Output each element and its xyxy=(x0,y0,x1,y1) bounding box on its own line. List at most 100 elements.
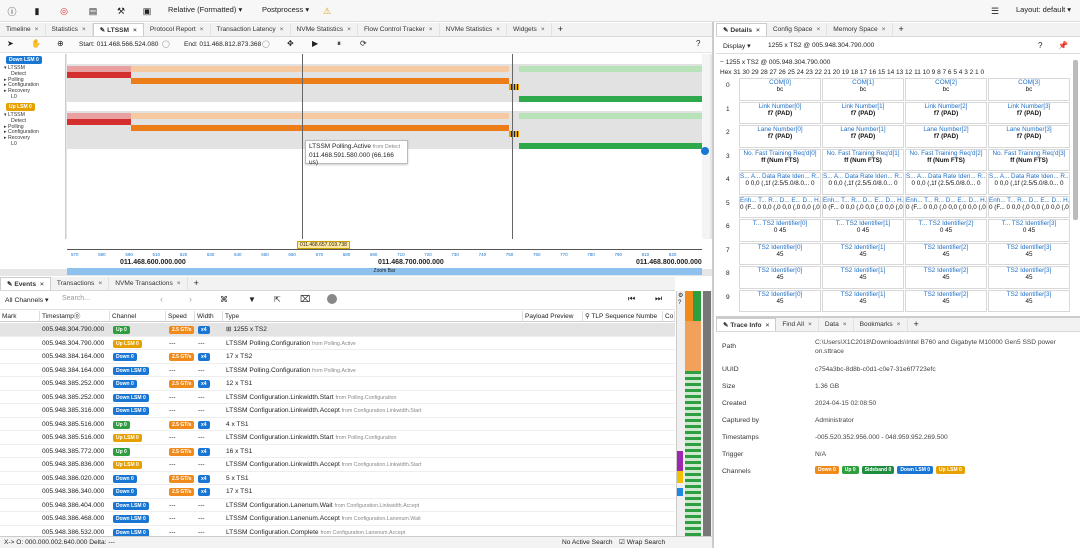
hex-field-cell[interactable]: No. Fast Training Req'd[2] ff (Num FTS) xyxy=(905,148,987,171)
add-tab-icon[interactable]: + xyxy=(188,277,205,290)
close-icon[interactable]: × xyxy=(541,26,545,33)
end-clock-icon[interactable]: ◯ xyxy=(262,40,270,48)
hex-field-cell[interactable]: TS2 Identifier[3] 45 xyxy=(988,242,1070,265)
hex-field-cell[interactable]: Enh... T... R... D... E... D... H... 0 (F… xyxy=(905,195,987,218)
close-icon[interactable]: × xyxy=(843,321,847,328)
display-dropdown[interactable]: Display ▾ xyxy=(723,42,751,50)
up-detect-active-bar[interactable] xyxy=(67,119,131,125)
close-icon[interactable]: × xyxy=(347,26,351,33)
trace-tab-1[interactable]: Find All × xyxy=(776,318,819,331)
details-tab-2[interactable]: Memory Space × xyxy=(827,23,893,36)
table-row[interactable]: 005.948.386.468.000 Down LSM 0 --- --- LTSSM… xyxy=(0,512,675,526)
col-width[interactable]: Width xyxy=(195,311,223,322)
hex-field-cell[interactable]: TS2 Identifier[1] 45 xyxy=(822,242,904,265)
search-input[interactable]: Search... xyxy=(62,295,90,302)
start-time[interactable]: Start: 011.468.566.524.080 xyxy=(79,41,158,48)
hex-field-cell[interactable]: TS2 Identifier[1] 45 xyxy=(822,289,904,312)
table-row[interactable]: 005.948.384.164.000 Down 0 2.5 GT/s x4 17 x … xyxy=(0,350,675,364)
pause-icon[interactable]: ⏸ xyxy=(337,39,341,49)
event-minimap[interactable]: ⚙ ? xyxy=(676,291,712,536)
hex-field-cell[interactable]: S... A... Data Rate Iden... R... 0 0,0 (,… xyxy=(988,172,1070,195)
first-icon[interactable]: ⏮ xyxy=(628,294,635,304)
hex-field-cell[interactable]: No. Fast Training Req'd[3] ff (Num FTS) xyxy=(988,148,1070,171)
help-icon[interactable]: ? xyxy=(696,39,700,48)
down-detect-active-bar[interactable] xyxy=(67,72,131,78)
bottom-tab-2[interactable]: NVMe Transactions × xyxy=(109,277,188,290)
record-icon[interactable]: ◎ xyxy=(55,3,73,19)
hex-field-cell[interactable]: COM[1] bc xyxy=(822,78,904,101)
close-icon[interactable]: × xyxy=(40,281,44,288)
table-row[interactable]: 005.948.385.316.000 Down LSM 0 --- --- LTSSM… xyxy=(0,404,675,418)
view-mode-dropdown[interactable]: Relative (Formatted) ▾ xyxy=(168,5,242,14)
close-icon[interactable]: × xyxy=(280,26,284,33)
table-row[interactable]: 005.948.385.252.000 Down LSM 0 --- --- LTSSM… xyxy=(0,391,675,404)
col-tlp[interactable]: ⚲ TLP Sequence Numbe xyxy=(583,311,663,322)
zoom-bar[interactable]: Zoom Bar xyxy=(67,268,702,275)
details-tab-0[interactable]: ✎ Details × xyxy=(716,23,767,36)
columns-icon[interactable]: ⌧ xyxy=(300,294,310,305)
details-help-icon[interactable]: ? xyxy=(1038,41,1042,50)
table-row[interactable]: 005.948.386.404.000 Down LSM 0 --- --- LTSSM… xyxy=(0,499,675,512)
details-scrollbar[interactable] xyxy=(1073,60,1078,220)
hex-field-cell[interactable]: COM[3] bc xyxy=(988,78,1070,101)
hex-field-cell[interactable]: Lane Number[2] f7 (PAD) xyxy=(905,125,987,148)
close-icon[interactable]: × xyxy=(816,26,820,33)
list-icon[interactable]: ☰ xyxy=(986,3,1004,19)
table-row[interactable]: 005.948.385.836.000 Up LSM 0 --- --- LTSSM C… xyxy=(0,458,675,472)
up-polling-bar[interactable] xyxy=(131,113,509,119)
close-icon[interactable]: × xyxy=(177,280,181,287)
warning-icon[interactable]: ⚠ xyxy=(318,3,336,19)
layout-dropdown[interactable]: Layout: default ▾ xyxy=(1016,5,1071,14)
up-l0-bar[interactable] xyxy=(519,113,702,119)
top-tab-3[interactable]: Protocol Report × xyxy=(144,23,211,36)
hex-field-cell[interactable]: No. Fast Training Req'd[1] ff (Num FTS) xyxy=(822,148,904,171)
hex-field-cell[interactable]: S... A... Data Rate Iden... R... 0 0,0 (,… xyxy=(739,172,821,195)
details-tab-1[interactable]: Config Space × xyxy=(767,23,828,36)
close-icon[interactable]: × xyxy=(756,27,760,34)
top-tab-7[interactable]: NVMe Statistics × xyxy=(440,23,508,36)
bookmark-icon[interactable]: ▮ xyxy=(28,3,46,19)
binoculars-icon[interactable]: ⌘ xyxy=(220,295,228,304)
add-tab-icon[interactable]: + xyxy=(908,318,925,331)
up-l0-active-bar[interactable] xyxy=(519,143,702,149)
wrap-search-checkbox[interactable]: ☑ Wrap Search xyxy=(619,537,665,548)
hex-field-cell[interactable]: TS2 Identifier[3] 45 xyxy=(988,266,1070,289)
hex-field-cell[interactable]: TS2 Identifier[0] 45 xyxy=(739,289,821,312)
top-tab-4[interactable]: Transaction Latency × xyxy=(211,23,291,36)
top-tab-8[interactable]: Widgets × xyxy=(507,23,552,36)
close-icon[interactable]: × xyxy=(200,26,204,33)
hex-field-cell[interactable]: COM[0] bc xyxy=(739,78,821,101)
up-config-bar[interactable] xyxy=(509,131,519,137)
move-icon[interactable]: ✥ xyxy=(287,39,294,48)
next-icon[interactable]: › xyxy=(189,294,192,304)
stop-icon[interactable] xyxy=(327,294,337,304)
info-icon[interactable]: ⓘ xyxy=(3,3,21,19)
up-polling-active-bar[interactable] xyxy=(131,125,509,131)
table-row[interactable]: 005.948.385.516.000 Up LSM 0 --- --- LTSSM C… xyxy=(0,431,675,445)
refresh-icon[interactable]: ⟳ xyxy=(360,39,367,48)
bottom-tab-0[interactable]: ✎ Events × xyxy=(0,277,51,290)
table-row[interactable]: 005.948.386.020.000 Down 0 2.5 GT/s x4 5 x T… xyxy=(0,472,675,485)
archive-icon[interactable]: ▤ xyxy=(84,3,102,19)
table-row[interactable]: 005.948.385.252.000 Down 0 2.5 GT/s x4 12 x … xyxy=(0,377,675,391)
col-payload[interactable]: Payload Preview xyxy=(523,311,583,322)
col-timestamp[interactable]: Timestamp⓪ xyxy=(40,311,110,322)
close-icon[interactable]: × xyxy=(35,26,39,33)
cursor-o[interactable] xyxy=(512,54,513,249)
hex-field-cell[interactable]: TS2 Identifier[1] 45 xyxy=(822,266,904,289)
hex-field-cell[interactable]: TS2 Identifier[2] 45 xyxy=(905,266,987,289)
wrench-icon[interactable]: ⚒ xyxy=(112,3,130,19)
top-tab-5[interactable]: NVMe Statistics × xyxy=(291,23,358,36)
hex-field-cell[interactable]: Enh... T... R... D... E... D... H... 0 (F… xyxy=(988,195,1070,218)
export-icon[interactable]: ⇱ xyxy=(274,295,281,304)
prev-icon[interactable]: ‹ xyxy=(160,294,163,304)
table-row[interactable]: 005.948.304.790.000 Up LSM 0 --- --- LTSSM P… xyxy=(0,337,675,350)
pointer-icon[interactable]: ➤ xyxy=(7,39,14,48)
col-channel[interactable]: Channel xyxy=(110,311,166,322)
hand-icon[interactable]: ✋ xyxy=(31,39,41,48)
hex-field-cell[interactable]: TS2 Identifier[0] 45 xyxy=(739,242,821,265)
minimap-help-icon[interactable]: ? xyxy=(678,300,681,306)
trace-tab-3[interactable]: Bookmarks × xyxy=(854,318,908,331)
hex-field-cell[interactable]: Link Number[2] f7 (PAD) xyxy=(905,101,987,124)
minimap-settings-icon[interactable]: ⚙ xyxy=(678,292,683,299)
